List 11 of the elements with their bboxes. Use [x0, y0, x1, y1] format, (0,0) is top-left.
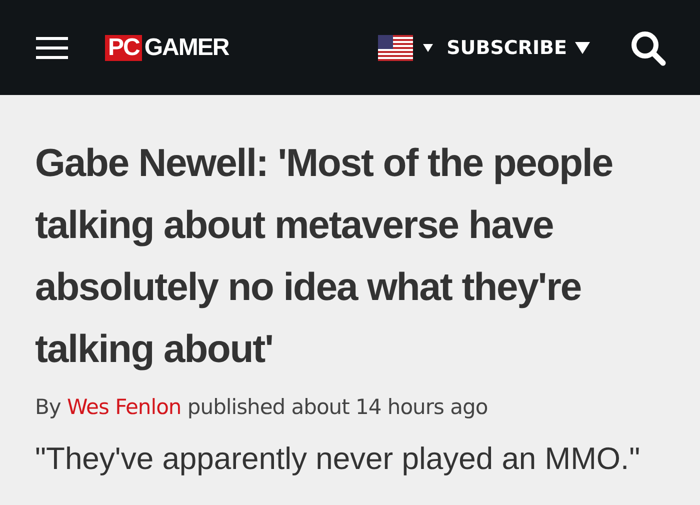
search-icon[interactable]: [630, 30, 666, 66]
caret-icon[interactable]: [575, 42, 590, 54]
standfirst: "They've apparently never played an MMO.": [35, 441, 642, 477]
byline: By Wes Fenlon published about 14 hours ago: [35, 395, 489, 419]
subscribe-button[interactable]: SUBSCRIBE: [446, 36, 567, 58]
caret-icon[interactable]: [422, 44, 433, 52]
menu-icon[interactable]: [36, 36, 68, 58]
site-logo[interactable]: PC GAMER: [105, 34, 229, 60]
flag-icon[interactable]: [378, 34, 413, 60]
headline: Gabe Newell: 'Most of the people talking about metaverse have absolutely no idea what they're talking about': [35, 141, 614, 373]
author-link[interactable]: Wes Fenlon: [67, 395, 182, 419]
